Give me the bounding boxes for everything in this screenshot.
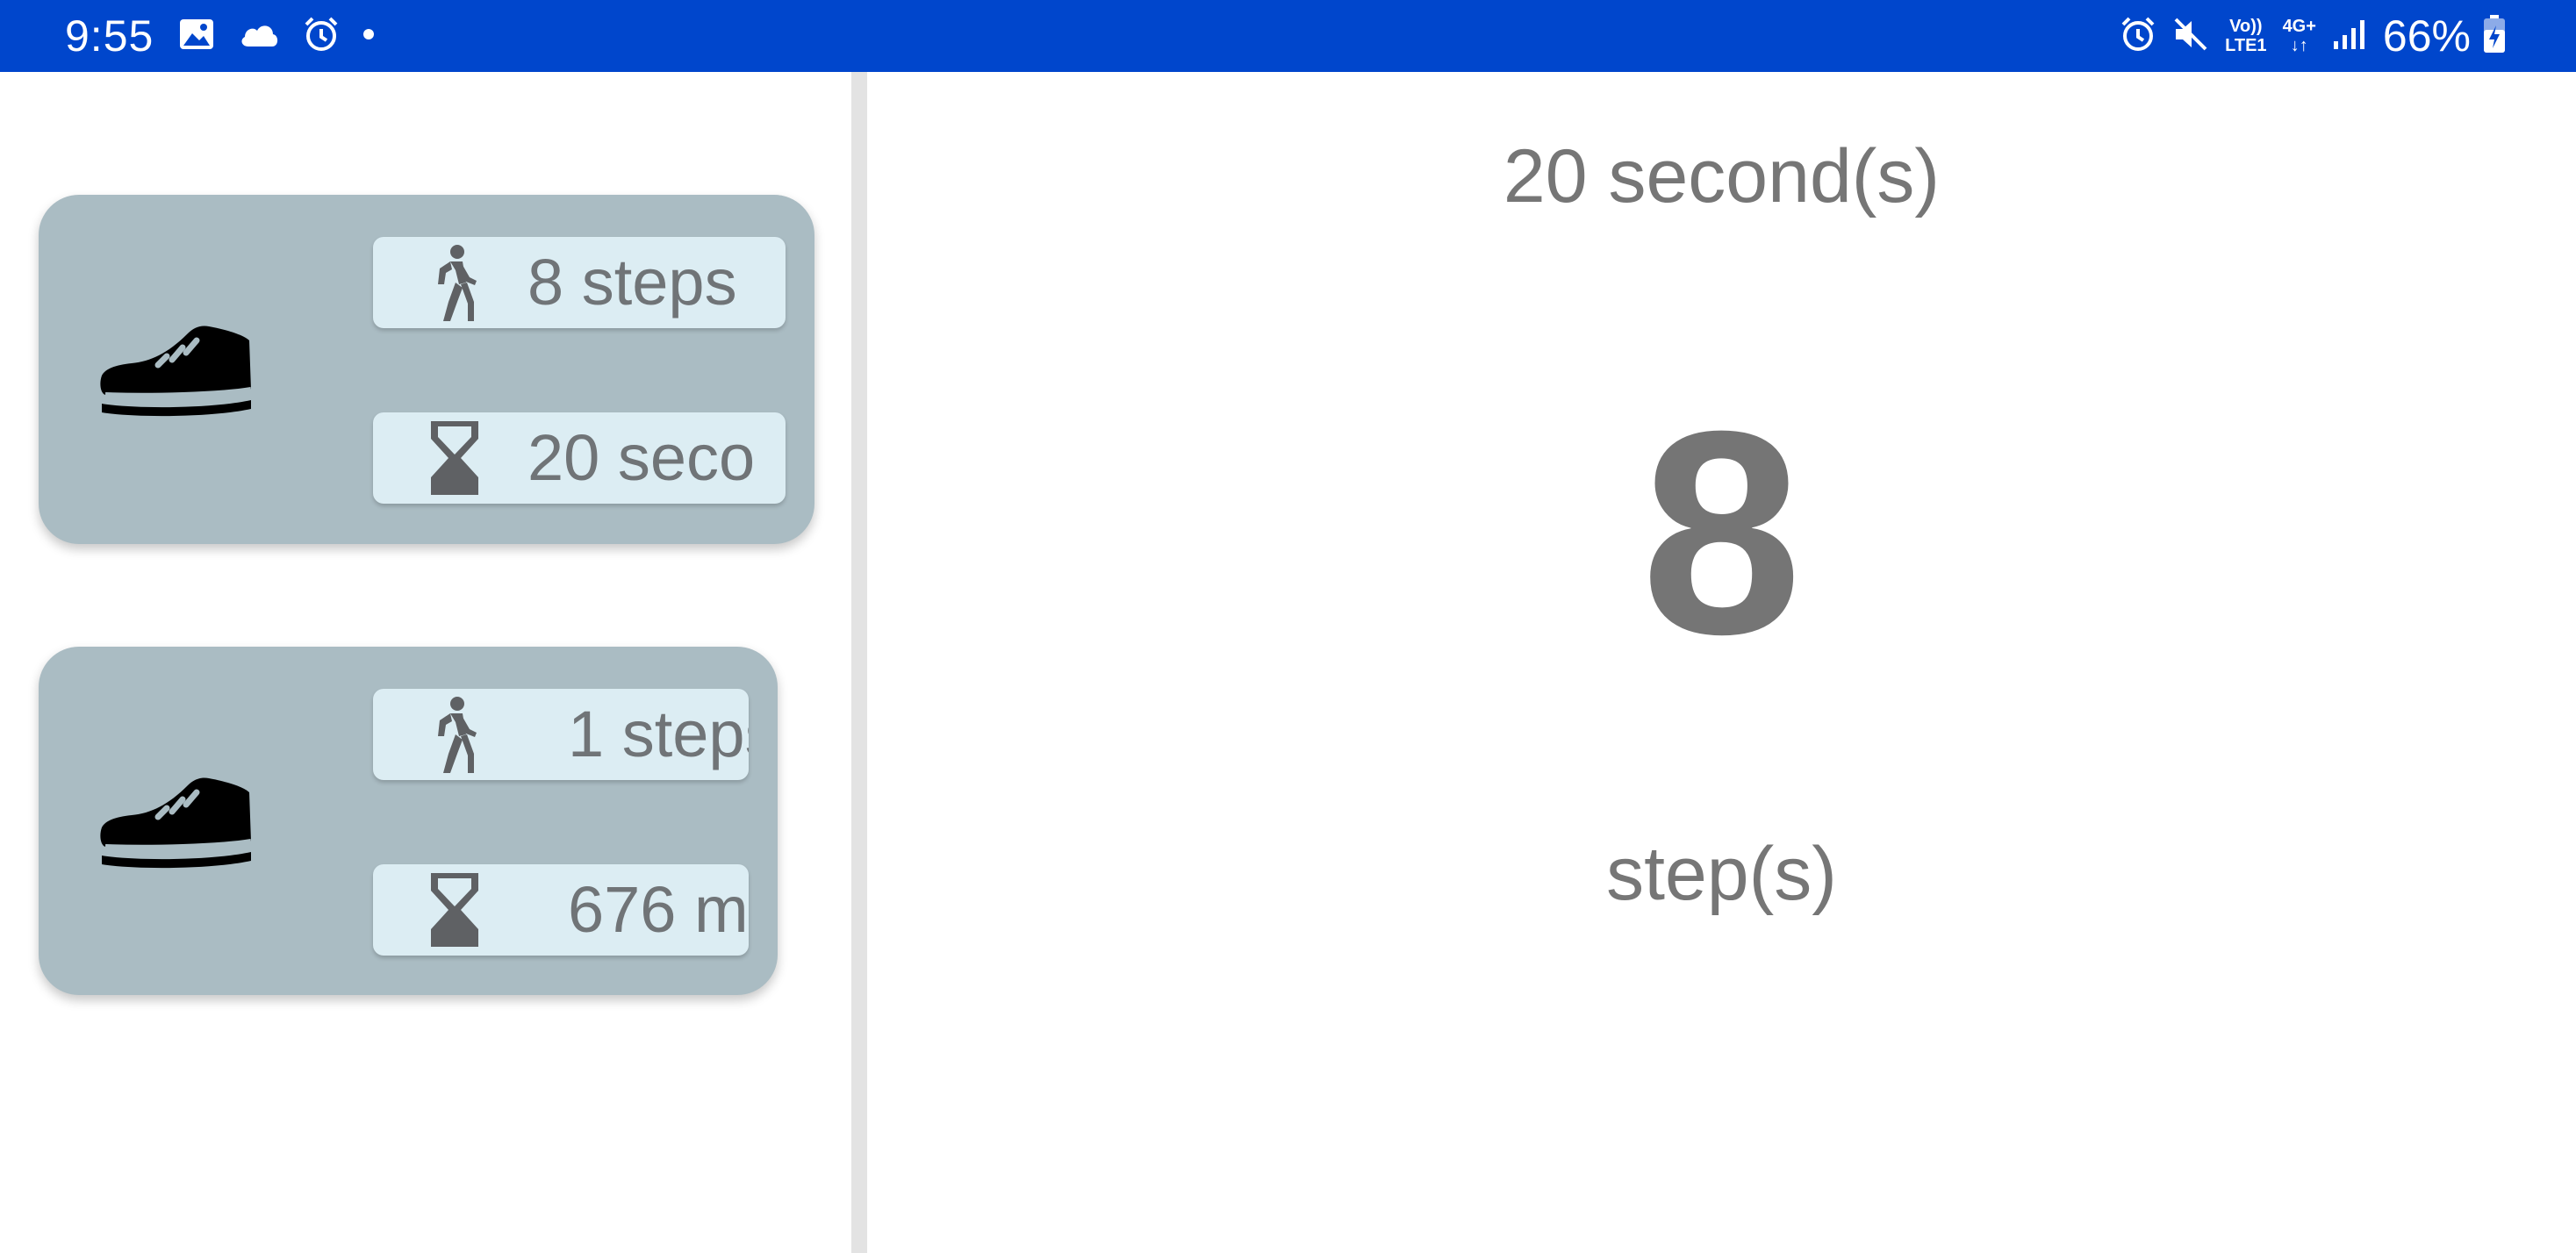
session-card[interactable]: 1 steps 676 ms bbox=[39, 647, 778, 995]
session-list[interactable]: 8 steps 20 seco 1 step 676 m bbox=[0, 72, 851, 1253]
status-time: 9:55 bbox=[65, 11, 154, 61]
session-card[interactable]: 8 steps 20 seco bbox=[39, 195, 814, 544]
walking-icon bbox=[438, 697, 477, 773]
walking-icon bbox=[438, 245, 477, 321]
status-bar: 9:55 Vo)) LTE1 4G+ ↓↑ 66% bbox=[0, 0, 2576, 72]
volte-icon: Vo)) LTE1 bbox=[2225, 17, 2266, 55]
battery-percent: 66% bbox=[2382, 11, 2471, 61]
network-type: 4G+ bbox=[2282, 17, 2316, 36]
alarm-icon bbox=[303, 16, 340, 57]
mute-icon bbox=[2172, 16, 2209, 57]
detail-step-count: 8 bbox=[1640, 370, 1803, 694]
steps-value: 1 steps bbox=[568, 698, 749, 770]
alarm-icon bbox=[2120, 16, 2156, 57]
volte-top-label: Vo)) bbox=[2229, 17, 2263, 36]
duration-value: 20 seco bbox=[527, 421, 756, 494]
hourglass-icon bbox=[431, 873, 478, 947]
battery-charging-icon bbox=[2483, 14, 2506, 58]
detail-duration: 20 second(s) bbox=[1503, 134, 1941, 218]
shoe-icon bbox=[100, 777, 252, 869]
shoe-icon bbox=[100, 326, 252, 417]
steps-chip: 8 steps bbox=[373, 237, 786, 328]
status-bar-right: Vo)) LTE1 4G+ ↓↑ 66% bbox=[2120, 0, 2522, 72]
cloud-icon bbox=[238, 20, 280, 53]
steps-chip: 1 steps bbox=[373, 689, 749, 780]
duration-chip: 676 ms bbox=[373, 864, 749, 956]
session-detail: 20 second(s) 8 step(s) bbox=[867, 72, 2576, 1253]
hourglass-icon bbox=[431, 421, 478, 495]
status-bar-left: 9:55 bbox=[65, 0, 398, 72]
duration-value: 676 ms bbox=[568, 873, 749, 946]
signal-icon bbox=[2332, 18, 2367, 54]
4g-data-icon: 4G+ ↓↑ bbox=[2283, 17, 2316, 55]
dot-icon bbox=[362, 28, 375, 45]
volte-bottom-label: LTE1 bbox=[2225, 36, 2267, 55]
image-icon bbox=[178, 18, 215, 55]
detail-unit-label: step(s) bbox=[1606, 832, 1837, 916]
pane-divider[interactable] bbox=[851, 72, 867, 1253]
data-arrows: ↓↑ bbox=[2290, 36, 2308, 55]
steps-value: 8 steps bbox=[527, 246, 737, 319]
duration-chip: 20 seco bbox=[373, 412, 786, 504]
